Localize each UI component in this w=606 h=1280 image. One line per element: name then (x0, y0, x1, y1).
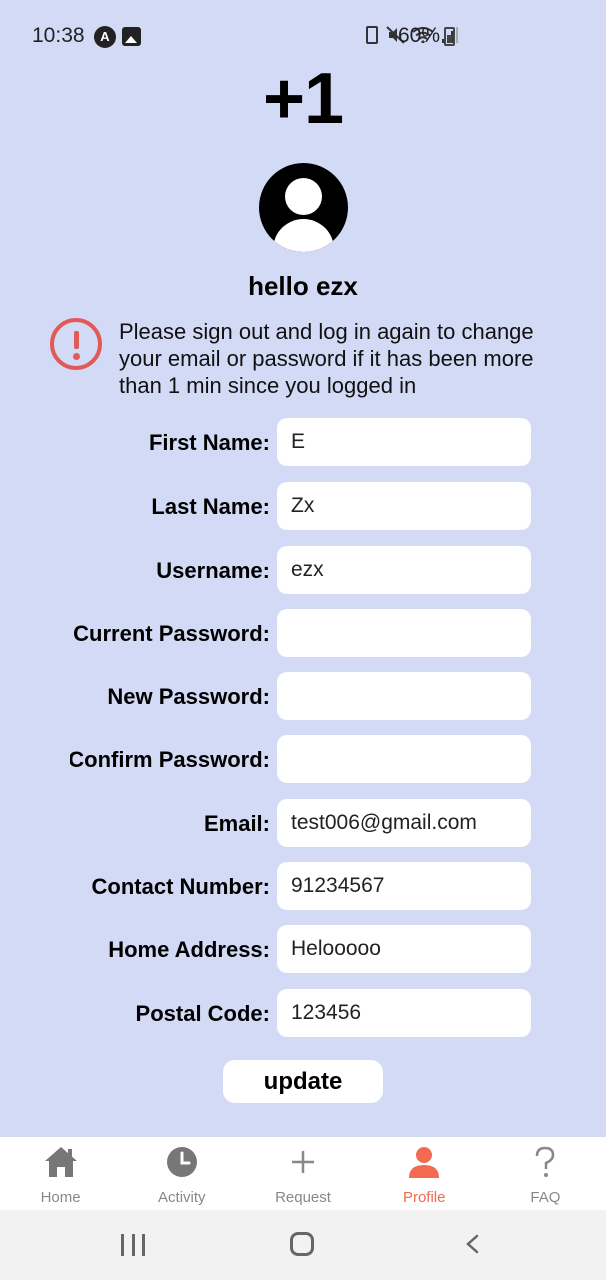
battery-saver-icon (366, 26, 378, 44)
status-time: 10:38 (32, 24, 85, 47)
nav-item-faq[interactable]: FAQ (485, 1137, 606, 1210)
nav-label-activity: Activity (158, 1189, 206, 1206)
contact-number-row: Contact Number: (0, 862, 606, 910)
username-label: Username: (156, 558, 270, 583)
avatar-body (273, 219, 334, 252)
battery-percent: 60% (398, 24, 441, 47)
clock-icon (166, 1147, 197, 1177)
current-password-label: Current Password: (73, 621, 270, 646)
system-nav-bar (0, 1210, 606, 1280)
confirm-password-field[interactable] (277, 735, 531, 783)
new-password-row: New Password: (0, 672, 606, 720)
home-address-field[interactable] (277, 925, 531, 973)
confirm-password-label: Confirm Password: (70, 747, 270, 772)
avatar[interactable] (259, 163, 348, 252)
new-password-field[interactable] (277, 672, 531, 720)
nav-item-profile[interactable]: Profile (364, 1137, 485, 1210)
email-label: Email: (203, 811, 270, 836)
first-name-field[interactable] (277, 418, 531, 466)
nav-item-activity[interactable]: Activity (121, 1137, 242, 1210)
email-field[interactable] (277, 799, 531, 847)
points-counter: +1 (262, 59, 344, 139)
new-password-label: New Password: (107, 684, 270, 709)
current-password-field[interactable] (277, 609, 531, 657)
battery-icon (444, 27, 455, 46)
last-name-label: Last Name: (151, 494, 270, 519)
nav-label-home: Home (40, 1189, 81, 1206)
avatar-head (285, 178, 322, 215)
last-name-row: Last Name: (0, 482, 606, 530)
recent-apps-icon[interactable] (121, 1234, 145, 1256)
image-notification-icon (122, 27, 141, 46)
plus-icon (292, 1151, 314, 1173)
contact-number-label: Contact Number: (91, 874, 270, 899)
home-address-label: Home Address: (108, 937, 270, 962)
update-button[interactable]: update (223, 1060, 383, 1103)
username-row: Username: (0, 546, 606, 594)
username-field[interactable] (277, 546, 531, 594)
home-address-row: Home Address: (0, 925, 606, 973)
notice-text: Please sign out and log in again to chan… (119, 319, 534, 398)
alert-circle-icon (50, 318, 102, 370)
last-name-field[interactable] (277, 482, 531, 530)
nav-label-request: Request (275, 1189, 331, 1206)
bottom-nav: Home Activity Request Profile FAQ (0, 1137, 606, 1210)
nav-item-request[interactable]: Request (242, 1137, 363, 1210)
nav-label-profile: Profile (402, 1189, 446, 1206)
first-name-row: First Name: (0, 418, 606, 466)
postal-code-row: Postal Code: (0, 989, 606, 1037)
question-icon (536, 1146, 555, 1177)
nav-item-home[interactable]: Home (0, 1137, 121, 1210)
postal-code-field[interactable] (277, 989, 531, 1037)
confirm-password-row: Confirm Password: (0, 735, 606, 783)
app-notification-icon: A (94, 26, 116, 48)
back-icon[interactable] (464, 1234, 480, 1254)
contact-number-field[interactable] (277, 862, 531, 910)
postal-code-label: Postal Code: (135, 1001, 270, 1026)
email-row: Email: (0, 799, 606, 847)
first-name-label: First Name: (148, 430, 270, 455)
home-button-icon[interactable] (290, 1232, 314, 1256)
nav-label-faq: FAQ (530, 1189, 561, 1206)
current-password-row: Current Password: (0, 609, 606, 657)
greeting: hello ezx (248, 271, 358, 301)
home-icon (44, 1147, 77, 1177)
person-icon (409, 1147, 440, 1178)
